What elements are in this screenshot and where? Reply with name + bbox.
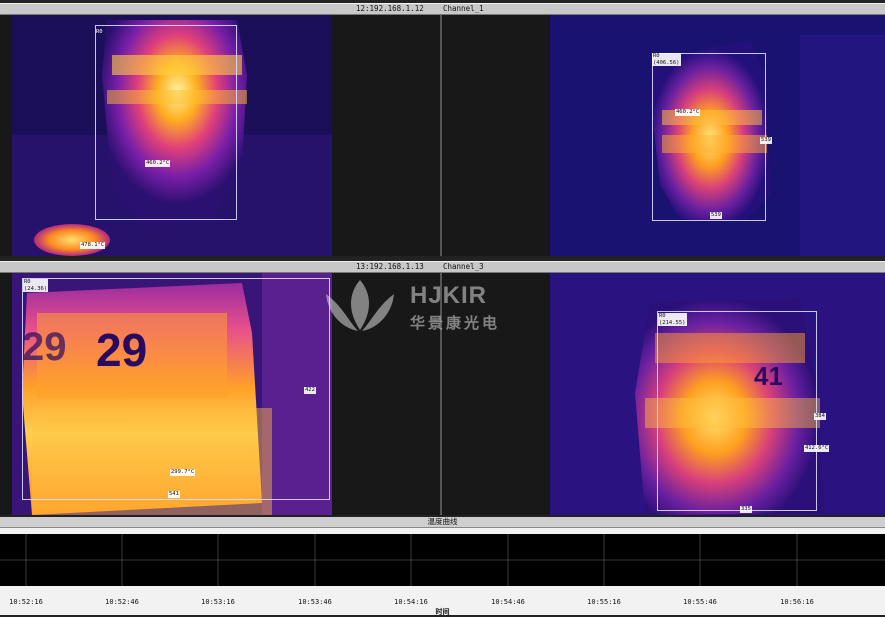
- chart-title: 温度曲线: [0, 517, 885, 528]
- chart-grid: [0, 534, 885, 586]
- x-tick-label: 10:53:46: [298, 598, 332, 606]
- x-tick-label: 10:55:46: [683, 598, 717, 606]
- roi-label: R0 (24.36): [23, 279, 49, 292]
- x-tick-label: 10:54:46: [491, 598, 525, 606]
- x-axis-label: 时间: [435, 608, 450, 616]
- channel-label: Channel_1: [443, 4, 484, 13]
- temp-marker: 384: [814, 413, 826, 420]
- panel-header-bottom: 13:192.168.1.13 Channel_3: [0, 261, 885, 273]
- roi-label: R0 (214.55): [658, 313, 687, 326]
- temp-marker: 335: [740, 506, 752, 513]
- max-temp-label: 460.2°C: [675, 109, 701, 116]
- chart-plot-area[interactable]: [0, 534, 885, 586]
- max-temp-label: 460.2°C: [145, 160, 171, 167]
- x-tick-label: 10:52:16: [9, 598, 43, 606]
- x-tick-label: 10:55:16: [587, 598, 621, 606]
- temp-marker: 539: [760, 137, 772, 144]
- video-cell-top-right[interactable]: R0 (406.56) 460.2°C 539 539: [442, 15, 885, 256]
- channel-label: Channel_3: [443, 262, 484, 271]
- temp-marker: 422: [304, 387, 316, 394]
- panel-header-top: 12:192.168.1.12 Channel_1: [0, 3, 885, 15]
- temp-marker: 539: [710, 212, 722, 219]
- spot-temp-label: 478.1°C: [80, 242, 106, 249]
- brand-watermark: HJKIR 华景康光电: [318, 276, 518, 336]
- temp-marker: 541: [168, 491, 180, 498]
- roi-box[interactable]: [95, 25, 237, 220]
- x-tick-label: 10:52:46: [105, 598, 139, 606]
- roi-box[interactable]: [652, 53, 766, 221]
- roi-label: R0 (406.56): [652, 53, 681, 66]
- ip-label: 12:192.168.1.12: [356, 4, 424, 13]
- brand-name: HJKIR: [410, 282, 488, 309]
- max-temp-label: 299.7°C: [170, 469, 196, 476]
- ip-label: 13:192.168.1.13: [356, 262, 424, 271]
- roi-label: R0: [96, 29, 103, 35]
- roi-box[interactable]: [657, 311, 817, 511]
- video-cell-top-left[interactable]: R0 460.2°C 478.1°C: [0, 15, 440, 256]
- temperature-chart[interactable]: 10:52:16 10:52:46 10:53:16 10:53:46 10:5…: [0, 528, 885, 616]
- brand-subtitle: 华景康光电: [410, 314, 501, 332]
- lotus-logo-icon: [326, 280, 394, 331]
- max-temp-label: 412.6°C: [804, 445, 830, 452]
- x-tick-label: 10:56:16: [780, 598, 814, 606]
- x-tick-label: 10:54:16: [394, 598, 428, 606]
- x-tick-label: 10:53:16: [201, 598, 235, 606]
- roi-box[interactable]: [22, 278, 330, 500]
